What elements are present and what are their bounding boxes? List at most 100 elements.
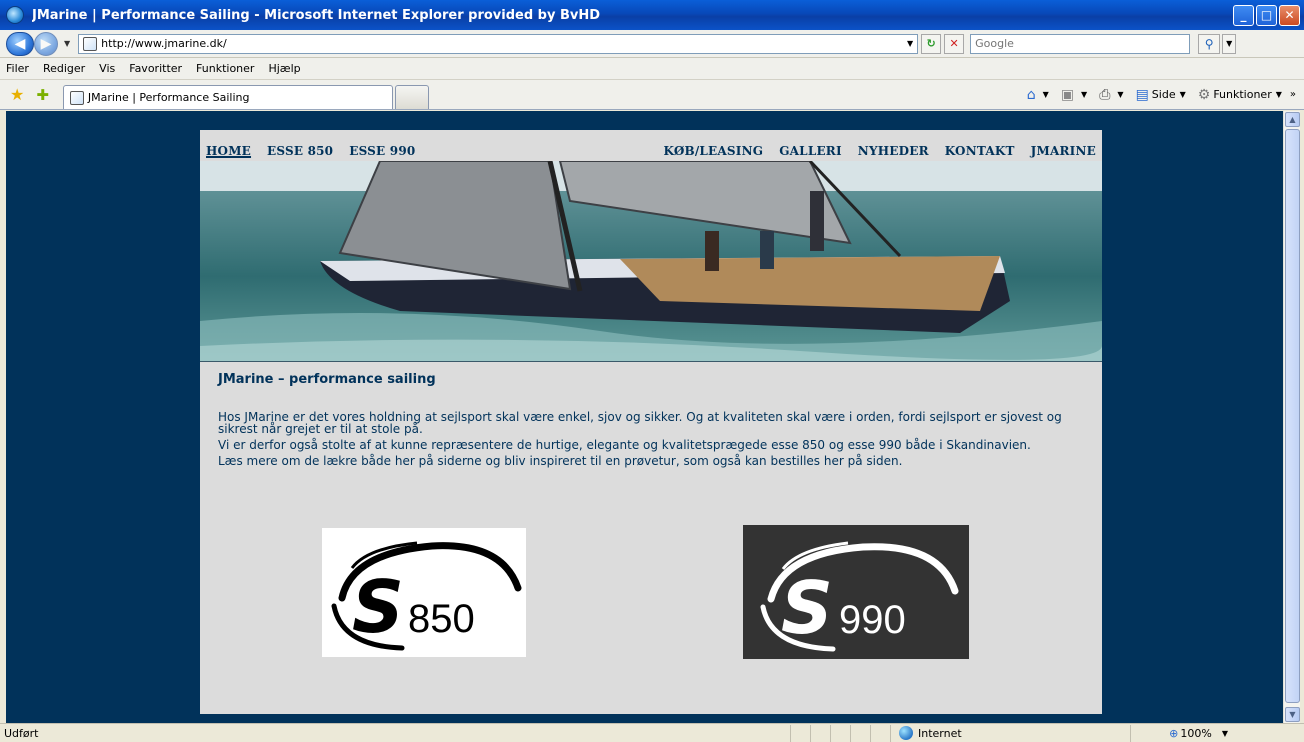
site-navigation: HOME ESSE 850 ESSE 990 KØB/LEASING GALLE… xyxy=(200,144,1102,160)
close-button[interactable]: ✕ xyxy=(1279,4,1300,26)
scroll-up-icon[interactable]: ▲ xyxy=(1285,112,1300,127)
esse-850-logo-link[interactable]: S 850 xyxy=(322,528,526,657)
zoom-icon: ⊕ xyxy=(1169,726,1179,740)
status-segment xyxy=(790,724,810,742)
address-field[interactable]: ▼ xyxy=(78,33,919,54)
site-container: HOME ESSE 850 ESSE 990 KØB/LEASING GALLE… xyxy=(200,130,1102,714)
forward-button[interactable]: ▶ xyxy=(34,31,58,56)
page-icon xyxy=(83,36,98,51)
hero-sailboat-image xyxy=(200,161,1102,362)
address-toolbar: ◀ ▶ ▼ ▼ ↻ ✕ ⚲ ▼ xyxy=(0,30,1304,58)
esse-990-logo: S 990 xyxy=(760,541,959,652)
forward-arrow-icon: ▶ xyxy=(40,35,52,52)
refresh-button[interactable]: ↻ xyxy=(921,33,942,54)
new-tab-button[interactable] xyxy=(394,85,429,109)
security-zone[interactable]: Internet xyxy=(890,724,1130,742)
print-button[interactable]: ⎙ ▼ xyxy=(1099,87,1123,103)
chevron-down-icon: ▼ xyxy=(1275,90,1282,99)
logo-number-990: 990 xyxy=(839,598,906,642)
back-button[interactable]: ◀ xyxy=(6,31,34,56)
nav-nyheder[interactable]: NYHEDER xyxy=(858,144,929,160)
chevron-down-icon: ▼ xyxy=(1081,90,1088,99)
gear-icon: ⚙ xyxy=(1197,86,1211,103)
logo-letter-850: S xyxy=(352,565,404,649)
tools-menu-label: Funktioner xyxy=(1213,88,1272,101)
esse-990-logo-link[interactable]: S 990 xyxy=(743,525,969,659)
logo-letter-990: S xyxy=(781,566,833,650)
page-icon xyxy=(69,90,84,105)
nav-esse-850[interactable]: ESSE 850 xyxy=(267,144,333,160)
vertical-scrollbar[interactable]: ▲ ▼ xyxy=(1283,111,1300,723)
zone-label: Internet xyxy=(918,726,962,740)
menu-item-favoritter[interactable]: Favoritter xyxy=(129,62,182,75)
address-dropdown-icon[interactable]: ▼ xyxy=(907,39,913,48)
window-title: JMarine | Performance Sailing - Microsof… xyxy=(32,7,601,23)
maximize-button[interactable]: □ xyxy=(1256,4,1277,26)
tab-label: JMarine | Performance Sailing xyxy=(87,91,250,104)
menu-item-rediger[interactable]: Rediger xyxy=(43,62,85,75)
printer-icon: ⎙ xyxy=(1099,86,1111,103)
stop-button[interactable]: ✕ xyxy=(944,33,965,54)
search-options-dropdown-icon[interactable]: ▼ xyxy=(1222,33,1237,54)
search-input[interactable] xyxy=(971,34,1190,53)
status-segment xyxy=(870,724,890,742)
favorites-star-icon[interactable]: ★ xyxy=(10,85,24,104)
feeds-button[interactable]: ▣ ▼ xyxy=(1061,87,1087,103)
chevron-down-icon: ▼ xyxy=(1179,90,1186,99)
nav-kontakt[interactable]: KONTAKT xyxy=(945,144,1015,160)
url-input[interactable] xyxy=(101,37,882,50)
nav-esse-990[interactable]: ESSE 990 xyxy=(349,144,415,160)
menu-item-filer[interactable]: Filer xyxy=(6,62,29,75)
intro-paragraph-1: Hos JMarine er det vores holdning at sej… xyxy=(218,410,1062,436)
tab-bar: ★ ✚ JMarine | Performance Sailing ⌂ ▼ ▣ ▼ … xyxy=(0,80,1304,110)
status-segment xyxy=(830,724,850,742)
menu-bar: Filer Rediger Vis Favoritter Funktioner … xyxy=(0,58,1304,80)
zoom-level: 100% xyxy=(1180,726,1212,740)
add-favorites-icon[interactable]: ✚ xyxy=(36,86,49,104)
intro-paragraph-3: Læs mere om de lækre både her på siderne… xyxy=(218,454,903,468)
page-menu-icon: ▤ xyxy=(1135,86,1149,103)
nav-home[interactable]: HOME xyxy=(206,144,251,160)
command-bar: ⌂ ▼ ▣ ▼ ⎙ ▼ ▤ Side ▼ ⚙ Funktioner ▼ » xyxy=(1015,87,1296,103)
home-button[interactable]: ⌂ ▼ xyxy=(1027,87,1049,103)
back-arrow-icon: ◀ xyxy=(14,35,26,52)
more-tools-chevron-icon[interactable]: » xyxy=(1290,89,1296,100)
refresh-icon: ↻ xyxy=(926,37,936,50)
chevron-down-icon: ▼ xyxy=(1042,90,1049,99)
window-titlebar: JMarine | Performance Sailing - Microsof… xyxy=(0,0,1304,30)
nav-kob-leasing[interactable]: KØB/LEASING xyxy=(664,144,764,160)
tab-jmarine[interactable]: JMarine | Performance Sailing xyxy=(62,85,393,109)
chevron-down-icon: ▼ xyxy=(1117,90,1124,99)
browser-viewport: HOME ESSE 850 ESSE 990 KØB/LEASING GALLE… xyxy=(0,111,1304,723)
page-menu-button[interactable]: ▤ Side ▼ xyxy=(1136,87,1186,103)
menu-item-vis[interactable]: Vis xyxy=(99,62,115,75)
intro-paragraph-2: Vi er derfor også stolte af at kunne rep… xyxy=(218,438,1031,452)
nav-jmarine[interactable]: JMARINE xyxy=(1031,144,1096,160)
page-background: HOME ESSE 850 ESSE 990 KØB/LEASING GALLE… xyxy=(6,111,1283,723)
rss-feed-icon: ▣ xyxy=(1060,86,1075,103)
nav-spacer xyxy=(431,144,663,160)
search-box[interactable] xyxy=(970,33,1191,54)
sailboat-illustration xyxy=(200,161,1102,361)
page-heading: JMarine – performance sailing xyxy=(218,372,436,387)
menu-item-funktioner[interactable]: Funktioner xyxy=(196,62,254,75)
minimize-button[interactable]: _ xyxy=(1233,4,1254,26)
intro-content: JMarine – performance sailing Hos JMarin… xyxy=(218,372,1088,471)
internet-explorer-icon xyxy=(6,6,24,24)
search-button[interactable]: ⚲ xyxy=(1198,33,1221,54)
home-icon: ⌂ xyxy=(1026,86,1036,103)
esse-850-logo: S 850 xyxy=(331,541,522,651)
history-dropdown-icon[interactable]: ▼ xyxy=(64,39,70,48)
status-bar: Udført Internet ⊕ 100% ▼ xyxy=(0,723,1304,742)
logo-number-850: 850 xyxy=(408,597,475,641)
scrollbar-thumb[interactable] xyxy=(1285,129,1300,703)
status-segment xyxy=(810,724,830,742)
menu-item-hjaelp[interactable]: Hjælp xyxy=(268,62,300,75)
nav-galleri[interactable]: GALLERI xyxy=(779,144,842,160)
search-icon: ⚲ xyxy=(1204,36,1214,51)
scroll-down-icon[interactable]: ▼ xyxy=(1285,707,1300,722)
tools-menu-button[interactable]: ⚙ Funktioner ▼ xyxy=(1198,87,1282,103)
zoom-control[interactable]: ⊕ 100% ▼ xyxy=(1130,724,1240,742)
globe-icon xyxy=(899,726,913,740)
status-text: Udført xyxy=(4,726,39,740)
